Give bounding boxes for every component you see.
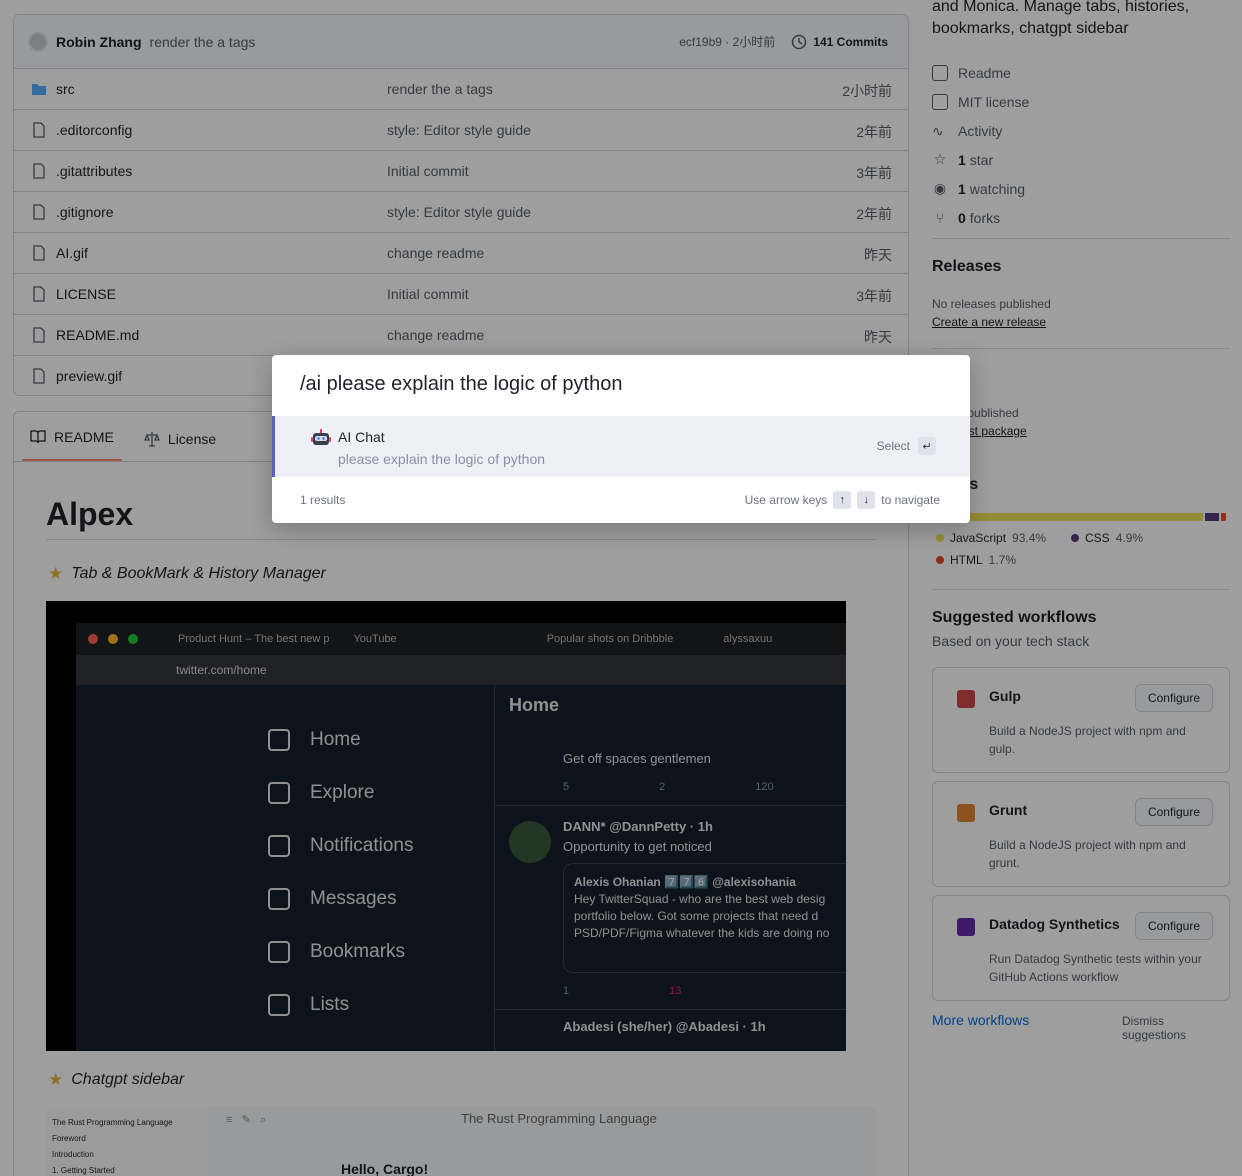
nav-hint-post: to navigate <box>881 493 940 507</box>
modal-backdrop[interactable] <box>0 0 1242 1176</box>
result-subtitle: please explain the logic of python <box>338 451 546 467</box>
enter-key-icon: ↵ <box>918 437 936 455</box>
result-title: AI Chat <box>338 429 385 445</box>
command-palette: AI Chat please explain the logic of pyth… <box>272 355 970 523</box>
select-label: Select <box>876 439 910 453</box>
arrow-up-icon: ↑ <box>833 491 852 509</box>
robot-icon <box>311 429 331 445</box>
results-count: 1 results <box>300 493 346 507</box>
command-input[interactable] <box>300 373 940 396</box>
result-item-ai-chat[interactable]: AI Chat please explain the logic of pyth… <box>272 416 970 477</box>
github-repo-page: Robin Zhang render the a tags ecf19b9 · … <box>0 0 1242 1176</box>
navigation-hint: Use arrow keys ↑ ↓ to navigate <box>745 491 940 509</box>
arrow-down-icon: ↓ <box>857 491 876 509</box>
select-hint: Select ↵ <box>877 437 936 455</box>
nav-hint-pre: Use arrow keys <box>744 493 828 507</box>
